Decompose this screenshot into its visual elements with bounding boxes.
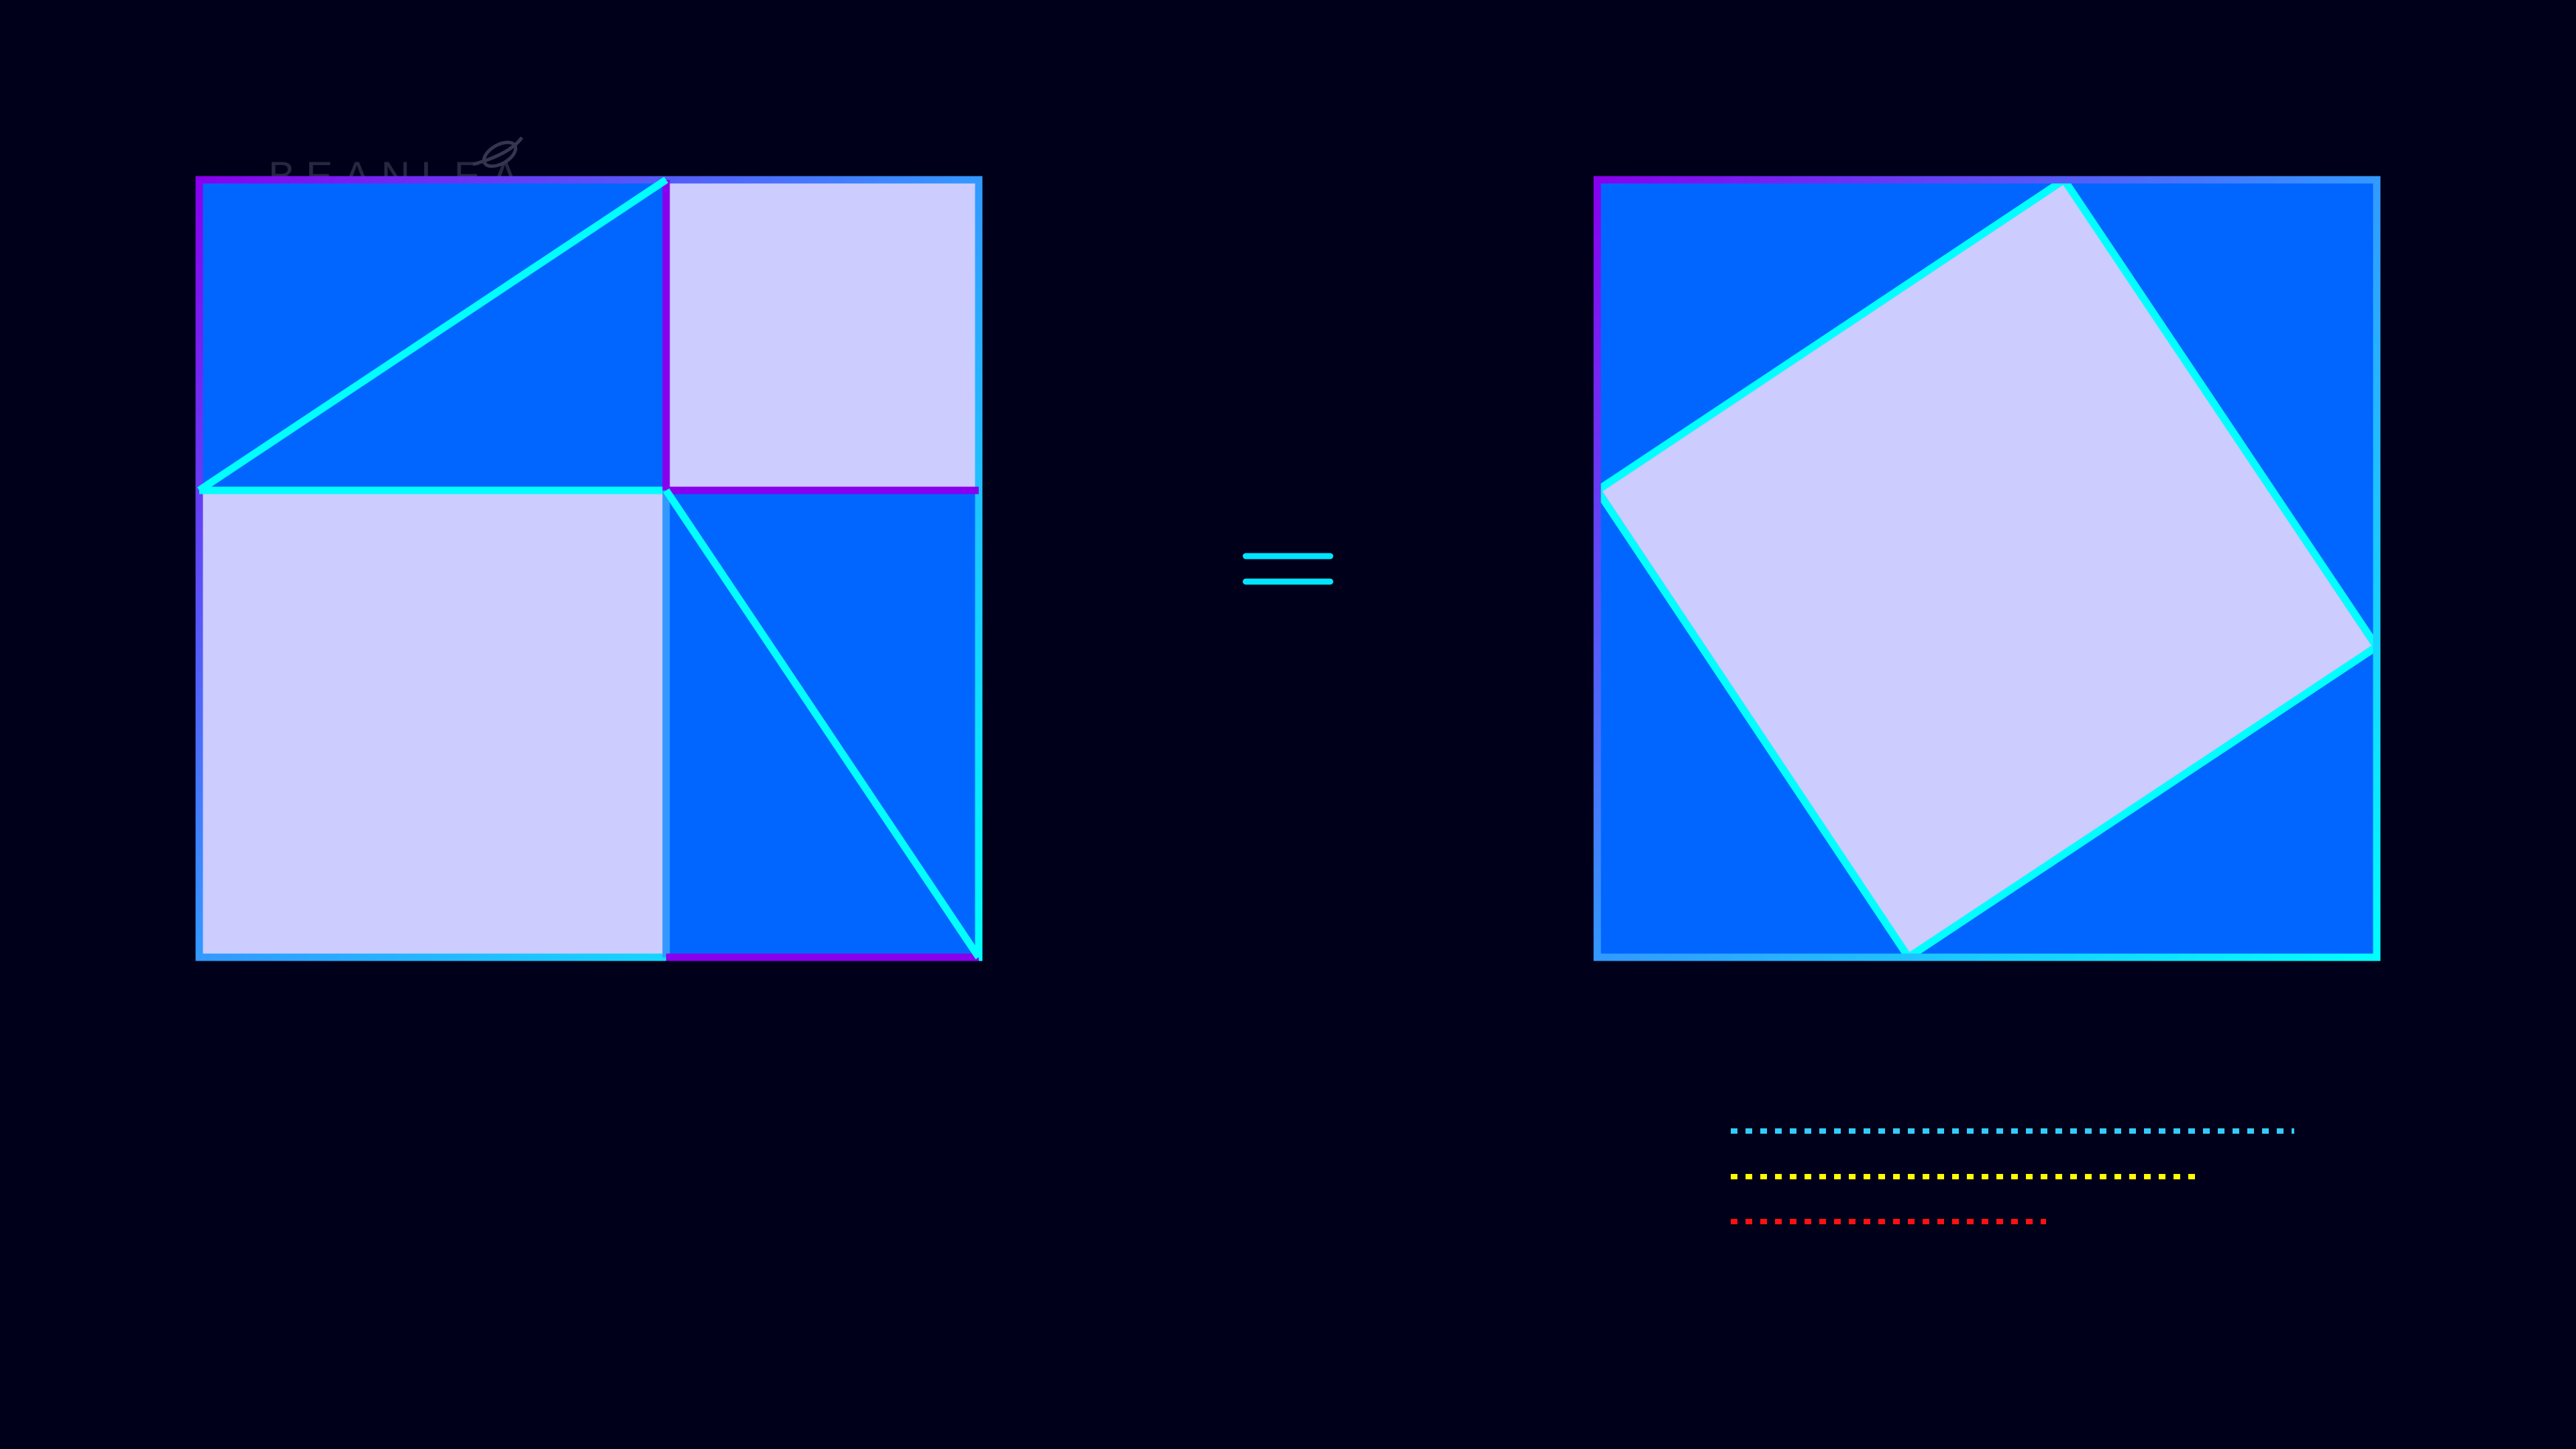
pythagorean-proof-diagram: BEANLEA xyxy=(0,0,2576,1449)
equals-sign-icon xyxy=(1242,553,1334,585)
large-square-a xyxy=(195,486,670,961)
left-square-figure xyxy=(195,176,983,961)
diagram-canvas: BEANLEA xyxy=(195,136,2381,1224)
right-square-figure xyxy=(1593,176,2381,961)
small-square-b xyxy=(662,176,983,494)
legend-lines xyxy=(1731,1128,2294,1224)
